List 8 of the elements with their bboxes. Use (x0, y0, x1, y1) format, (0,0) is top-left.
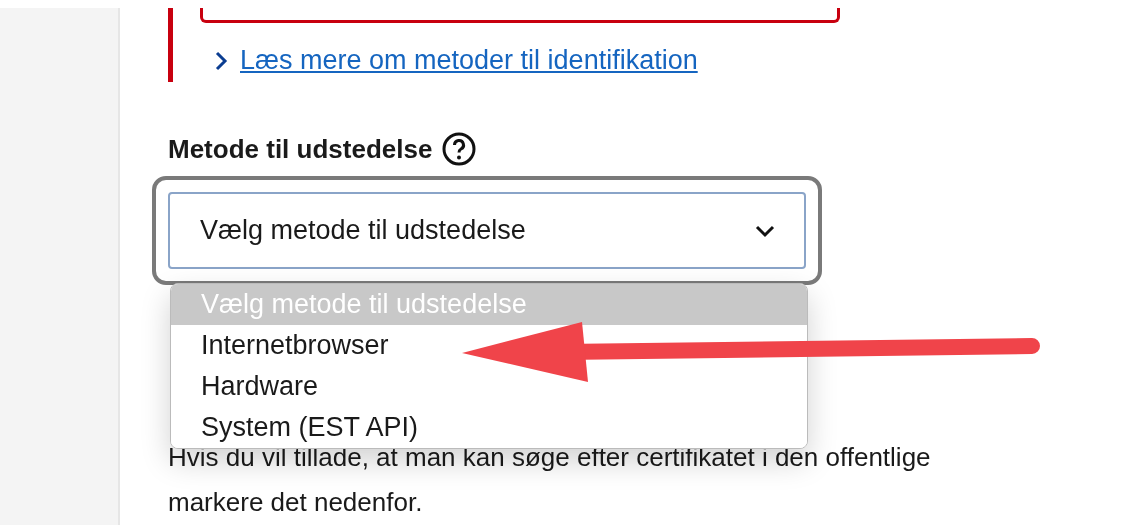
help-icon[interactable] (442, 132, 477, 166)
dropdown-option[interactable]: System (EST API) (171, 407, 807, 448)
read-more-link[interactable]: Læs mere om metoder til identifikation (240, 45, 698, 76)
dropdown-option[interactable]: Hardware (171, 366, 807, 407)
method-select[interactable]: Vælg metode til udstedelse (168, 192, 806, 269)
chevron-right-icon (214, 49, 228, 72)
field-label: Metode til udstedelse (168, 133, 433, 165)
chevron-down-icon (754, 223, 776, 238)
